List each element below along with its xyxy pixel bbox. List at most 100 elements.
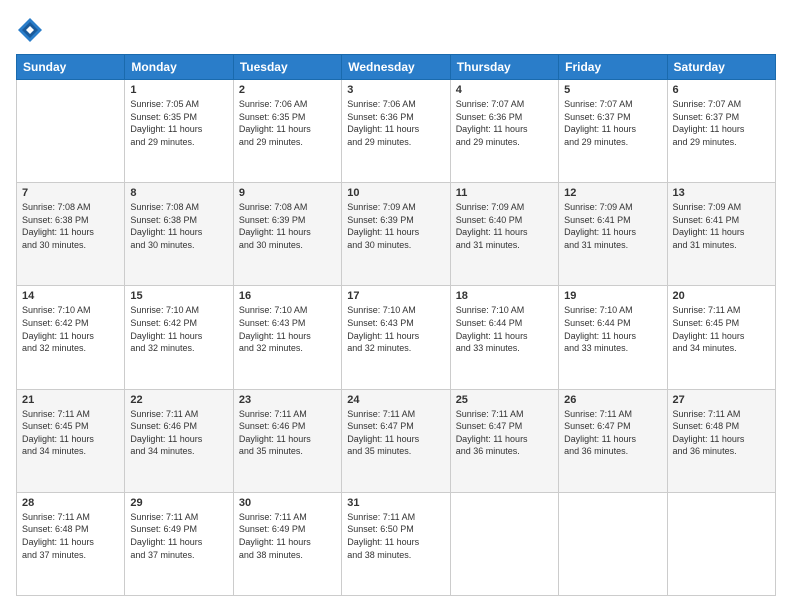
logo [16,16,48,44]
day-cell: 4Sunrise: 7:07 AM Sunset: 6:36 PM Daylig… [450,80,558,183]
day-cell [17,80,125,183]
logo-icon [16,16,44,44]
day-number: 23 [239,394,336,406]
day-info: Sunrise: 7:11 AM Sunset: 6:47 PM Dayligh… [564,408,661,458]
day-cell: 24 Sunrise: 7:11 AM Sunset: 6:47 PM Dayli… [342,389,450,492]
day-number: 4 [456,84,553,96]
day-cell: 19 Sunrise: 7:10 AM Sunset: 6:44 PM Dayli… [559,286,667,389]
day-cell: 13 Sunrise: 7:09 AM Sunset: 6:41 PM Dayli… [667,183,775,286]
day-cell: 22Sunrise: 7:11 AM Sunset: 6:46 PM Dayli… [125,389,233,492]
day-info: Sunrise: 7:09 AM Sunset: 6:41 PM Dayligh… [564,201,661,251]
day-number: 31 [347,497,444,509]
day-number: 28 [22,497,119,509]
day-info: Sunrise: 7:06 AM Sunset: 6:35 PM Dayligh… [239,98,336,148]
day-cell: 7 Sunrise: 7:08 AM Sunset: 6:38 PM Daylig… [17,183,125,286]
day-cell: 30 Sunrise: 7:11 AM Sunset: 6:49 PM Dayli… [233,492,341,595]
day-cell: 18 Sunrise: 7:10 AM Sunset: 6:44 PM Dayli… [450,286,558,389]
day-number: 7 [22,187,119,199]
day-number: 30 [239,497,336,509]
day-info: Sunrise: 7:11 AM Sunset: 6:46 PM Dayligh… [239,408,336,458]
header-cell-thursday: Thursday [450,55,558,80]
day-number: 21 [22,394,119,406]
day-cell: 6 Sunrise: 7:07 AM Sunset: 6:37 PM Daylig… [667,80,775,183]
header [16,16,776,44]
day-info: Sunrise: 7:08 AM Sunset: 6:39 PM Dayligh… [239,201,336,251]
day-number: 18 [456,290,553,302]
day-cell: 5 Sunrise: 7:07 AM Sunset: 6:37 PM Daylig… [559,80,667,183]
day-info: Sunrise: 7:10 AM Sunset: 6:44 PM Dayligh… [456,304,553,354]
day-number: 24 [347,394,444,406]
day-cell: 23 Sunrise: 7:11 AM Sunset: 6:46 PM Dayli… [233,389,341,492]
day-cell: 21 Sunrise: 7:11 AM Sunset: 6:45 PM Dayli… [17,389,125,492]
day-cell: 16 Sunrise: 7:10 AM Sunset: 6:43 PM Dayli… [233,286,341,389]
day-info: Sunrise: 7:11 AM Sunset: 6:49 PM Dayligh… [130,511,227,561]
day-cell: 12 Sunrise: 7:09 AM Sunset: 6:41 PM Dayli… [559,183,667,286]
day-number: 19 [564,290,661,302]
day-info: Sunrise: 7:08 AM Sunset: 6:38 PM Dayligh… [22,201,119,251]
day-cell: 29 Sunrise: 7:11 AM Sunset: 6:49 PM Dayli… [125,492,233,595]
day-number: 26 [564,394,661,406]
day-number: 12 [564,187,661,199]
header-cell-wednesday: Wednesday [342,55,450,80]
header-cell-sunday: Sunday [17,55,125,80]
day-info: Sunrise: 7:11 AM Sunset: 6:50 PM Dayligh… [347,511,444,561]
day-number: 6 [673,84,770,96]
day-info: Sunrise: 7:09 AM Sunset: 6:41 PM Dayligh… [673,201,770,251]
day-info: Sunrise: 7:07 AM Sunset: 6:37 PM Dayligh… [564,98,661,148]
week-row-4: 21 Sunrise: 7:11 AM Sunset: 6:45 PM Dayli… [17,389,776,492]
day-info: Sunrise: 7:07 AM Sunset: 6:37 PM Dayligh… [673,98,770,148]
day-number: 14 [22,290,119,302]
day-cell: 3 Sunrise: 7:06 AM Sunset: 6:36 PM Daylig… [342,80,450,183]
day-info: Sunrise: 7:10 AM Sunset: 6:44 PM Dayligh… [564,304,661,354]
day-number: 9 [239,187,336,199]
day-cell: 14 Sunrise: 7:10 AM Sunset: 6:42 PM Dayli… [17,286,125,389]
day-info: Sunrise: 7:10 AM Sunset: 6:42 PM Dayligh… [22,304,119,354]
header-cell-tuesday: Tuesday [233,55,341,80]
day-info: Sunrise: 7:11 AM Sunset: 6:47 PM Dayligh… [347,408,444,458]
calendar-page: SundayMondayTuesdayWednesdayThursdayFrid… [0,0,792,612]
day-info: Sunrise: 7:11 AM Sunset: 6:49 PM Dayligh… [239,511,336,561]
day-number: 16 [239,290,336,302]
day-cell: 27 Sunrise: 7:11 AM Sunset: 6:48 PM Dayli… [667,389,775,492]
header-cell-monday: Monday [125,55,233,80]
day-number: 5 [564,84,661,96]
day-number: 3 [347,84,444,96]
day-cell: 1 Sunrise: 7:05 AM Sunset: 6:35 PM Daylig… [125,80,233,183]
day-cell: 15 Sunrise: 7:10 AM Sunset: 6:42 PM Dayli… [125,286,233,389]
week-row-2: 7 Sunrise: 7:08 AM Sunset: 6:38 PM Daylig… [17,183,776,286]
day-number: 11 [456,187,553,199]
week-row-1: 1 Sunrise: 7:05 AM Sunset: 6:35 PM Daylig… [17,80,776,183]
day-cell [559,492,667,595]
day-number: 15 [130,290,227,302]
day-cell: 9 Sunrise: 7:08 AM Sunset: 6:39 PM Daylig… [233,183,341,286]
day-number: 27 [673,394,770,406]
day-info: Sunrise: 7:10 AM Sunset: 6:43 PM Dayligh… [239,304,336,354]
day-number: 13 [673,187,770,199]
day-info: Sunrise: 7:11 AM Sunset: 6:46 PM Dayligh… [130,408,227,458]
day-number: 17 [347,290,444,302]
day-number: 10 [347,187,444,199]
day-cell: 2Sunrise: 7:06 AM Sunset: 6:35 PM Daylig… [233,80,341,183]
day-cell: 28Sunrise: 7:11 AM Sunset: 6:48 PM Dayli… [17,492,125,595]
day-cell: 26 Sunrise: 7:11 AM Sunset: 6:47 PM Dayli… [559,389,667,492]
day-info: Sunrise: 7:11 AM Sunset: 6:45 PM Dayligh… [22,408,119,458]
day-info: Sunrise: 7:06 AM Sunset: 6:36 PM Dayligh… [347,98,444,148]
week-row-5: 28Sunrise: 7:11 AM Sunset: 6:48 PM Dayli… [17,492,776,595]
day-info: Sunrise: 7:11 AM Sunset: 6:48 PM Dayligh… [673,408,770,458]
day-cell: 31 Sunrise: 7:11 AM Sunset: 6:50 PM Dayli… [342,492,450,595]
week-row-3: 14 Sunrise: 7:10 AM Sunset: 6:42 PM Dayli… [17,286,776,389]
day-cell: 25Sunrise: 7:11 AM Sunset: 6:47 PM Dayli… [450,389,558,492]
day-number: 1 [130,84,227,96]
day-info: Sunrise: 7:11 AM Sunset: 6:45 PM Dayligh… [673,304,770,354]
day-info: Sunrise: 7:05 AM Sunset: 6:35 PM Dayligh… [130,98,227,148]
header-row: SundayMondayTuesdayWednesdayThursdayFrid… [17,55,776,80]
calendar-table: SundayMondayTuesdayWednesdayThursdayFrid… [16,54,776,596]
day-info: Sunrise: 7:09 AM Sunset: 6:39 PM Dayligh… [347,201,444,251]
day-number: 20 [673,290,770,302]
day-info: Sunrise: 7:10 AM Sunset: 6:42 PM Dayligh… [130,304,227,354]
day-cell: 8Sunrise: 7:08 AM Sunset: 6:38 PM Daylig… [125,183,233,286]
day-number: 29 [130,497,227,509]
day-cell [667,492,775,595]
day-cell: 17Sunrise: 7:10 AM Sunset: 6:43 PM Dayli… [342,286,450,389]
day-cell: 20 Sunrise: 7:11 AM Sunset: 6:45 PM Dayli… [667,286,775,389]
